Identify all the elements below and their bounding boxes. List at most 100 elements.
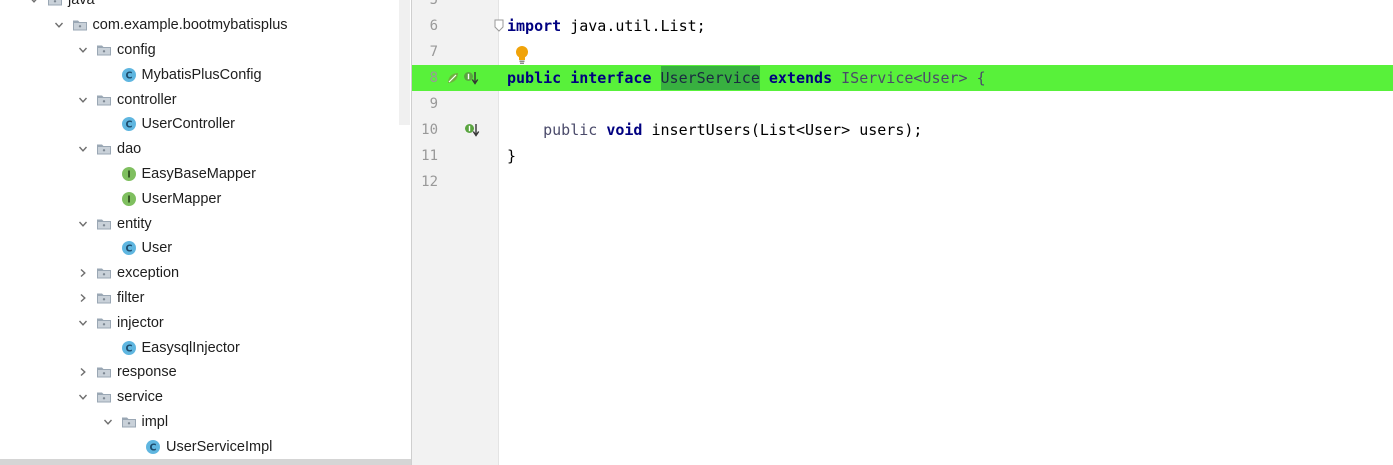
chevron-down-icon[interactable] bbox=[52, 18, 66, 32]
tree-item-label: EasysqlInjector bbox=[141, 339, 240, 356]
code-line[interactable]: 5 bbox=[412, 0, 1393, 13]
package-folder-icon bbox=[96, 216, 112, 232]
tree-item-easysqlinjector[interactable]: C EasysqlInjector bbox=[0, 335, 411, 360]
fold-marker-icon[interactable] bbox=[494, 19, 504, 32]
package-folder-icon bbox=[96, 92, 112, 108]
svg-text:C: C bbox=[125, 70, 132, 81]
implemented-down-icon[interactable] bbox=[464, 122, 480, 138]
tree-item-exception[interactable]: exception bbox=[0, 261, 411, 286]
chevron-down-icon[interactable] bbox=[76, 390, 90, 404]
chevron-down-icon[interactable] bbox=[76, 217, 90, 231]
code-line[interactable]: 10 public void insertUsers(List<User> us… bbox=[412, 117, 1393, 143]
tree-item-userserviceimpl[interactable]: C UserServiceImpl bbox=[0, 434, 411, 459]
line-number: 5 bbox=[429, 0, 438, 8]
chevron-down-icon[interactable] bbox=[76, 43, 90, 57]
lightbulb-icon[interactable] bbox=[514, 45, 530, 65]
code-token: import bbox=[507, 17, 562, 35]
tree-item-java[interactable]: java bbox=[0, 0, 411, 13]
code-line[interactable]: 6 import java.util.List; bbox=[412, 13, 1393, 39]
code-text: public interface UserService extends ISe… bbox=[507, 65, 986, 91]
code-token: interface bbox=[570, 69, 652, 87]
code-line[interactable]: 8 public interface UserService extends IS… bbox=[412, 65, 1393, 91]
code-editor[interactable]: 5 6 import java.util.List; 7 8 public interfa… bbox=[412, 0, 1393, 465]
tree-item-controller[interactable]: controller bbox=[0, 87, 411, 112]
tree-item-injector[interactable]: injector bbox=[0, 310, 411, 335]
chevron-down-icon[interactable] bbox=[101, 415, 115, 429]
tree-item-label: dao bbox=[117, 141, 142, 158]
tree-item-label: response bbox=[117, 364, 177, 381]
code-line[interactable]: 9 bbox=[412, 91, 1393, 117]
tree-item-mybatisplusconfig[interactable]: C MybatisPlusConfig bbox=[0, 62, 411, 87]
interface-icon: I bbox=[121, 191, 137, 207]
line-number: 10 bbox=[421, 122, 438, 138]
tree-item-label: User bbox=[141, 240, 173, 257]
package-folder-icon bbox=[96, 141, 112, 157]
code-line[interactable]: 11} bbox=[412, 143, 1393, 169]
tree-item-entity[interactable]: entity bbox=[0, 211, 411, 236]
tree-item-filter[interactable]: filter bbox=[0, 286, 411, 311]
tree-item-usercontroller[interactable]: C UserController bbox=[0, 112, 411, 137]
chevron-down-icon[interactable] bbox=[76, 142, 90, 156]
code-token: public bbox=[543, 121, 598, 139]
tree-item-label: service bbox=[117, 389, 163, 406]
chevron-down-icon[interactable] bbox=[76, 93, 90, 107]
chevron-down-icon[interactable] bbox=[76, 316, 90, 330]
chevron-right-icon[interactable] bbox=[76, 291, 90, 305]
code-text: public void insertUsers(List<User> users… bbox=[507, 117, 922, 143]
tree-item-user[interactable]: C User bbox=[0, 236, 411, 261]
tree-item-userservice[interactable]: IUserService bbox=[0, 459, 411, 465]
chevron-right-icon[interactable] bbox=[76, 365, 90, 379]
tree-item-usermapper[interactable]: I UserMapper bbox=[0, 186, 411, 211]
class-icon: C bbox=[121, 340, 137, 356]
tree-item-service[interactable]: service bbox=[0, 385, 411, 410]
svg-text:C: C bbox=[125, 120, 132, 131]
class-icon: C bbox=[145, 439, 161, 455]
tree-item-label: exception bbox=[117, 265, 180, 282]
code-token: java.util.List; bbox=[561, 17, 706, 35]
chevron-right-icon[interactable] bbox=[76, 266, 90, 280]
code-text: } bbox=[507, 143, 516, 169]
highlighted-identifier: UserService bbox=[660, 66, 760, 90]
code-token: IService<User> { bbox=[832, 69, 986, 87]
chevron-down-icon[interactable] bbox=[27, 0, 41, 7]
package-folder-icon bbox=[121, 414, 137, 430]
package-folder-icon bbox=[96, 389, 112, 405]
tree-item-response[interactable]: response bbox=[0, 360, 411, 385]
line-number: 6 bbox=[429, 18, 438, 34]
implemented-down-icon[interactable] bbox=[463, 70, 479, 86]
tree-item-label: UserMapper bbox=[141, 190, 222, 207]
project-tree-rows: java com.example.bootmybatisplus config C My… bbox=[0, 0, 411, 465]
svg-text:I: I bbox=[127, 194, 131, 205]
class-icon: C bbox=[121, 116, 137, 132]
ide-window: java com.example.bootmybatisplus config C My… bbox=[0, 0, 1393, 465]
code-text: import java.util.List; bbox=[507, 13, 706, 39]
code-line[interactable]: 7 bbox=[412, 39, 1393, 65]
project-tree-scrollbar[interactable] bbox=[399, 0, 410, 125]
tree-item-dao[interactable]: dao bbox=[0, 137, 411, 162]
tree-item-label: config bbox=[117, 41, 156, 58]
code-token: void bbox=[606, 121, 643, 139]
tree-item-label: entity bbox=[117, 215, 152, 232]
interface-icon: I bbox=[121, 166, 137, 182]
tree-item-com-example-bootmybatisplus[interactable]: com.example.bootmybatisplus bbox=[0, 13, 411, 38]
package-folder-icon bbox=[72, 17, 88, 33]
package-folder-icon bbox=[96, 42, 112, 58]
line-number: 11 bbox=[421, 148, 438, 164]
tree-item-label: java bbox=[68, 0, 95, 9]
package-folder-icon bbox=[96, 265, 112, 281]
code-line[interactable]: 12 bbox=[412, 169, 1393, 195]
package-folder-icon bbox=[47, 0, 63, 8]
spring-bean-icon[interactable] bbox=[445, 70, 461, 86]
tree-item-label: MybatisPlusConfig bbox=[141, 66, 262, 83]
tree-item-config[interactable]: config bbox=[0, 38, 411, 63]
package-folder-icon bbox=[96, 290, 112, 306]
gutter-icons bbox=[445, 70, 481, 86]
tree-item-easybasemapper[interactable]: I EasyBaseMapper bbox=[0, 162, 411, 187]
svg-text:C: C bbox=[125, 343, 132, 354]
tree-item-label: EasyBaseMapper bbox=[141, 165, 256, 182]
gutter-icons bbox=[464, 122, 482, 138]
tree-item-impl[interactable]: impl bbox=[0, 410, 411, 435]
